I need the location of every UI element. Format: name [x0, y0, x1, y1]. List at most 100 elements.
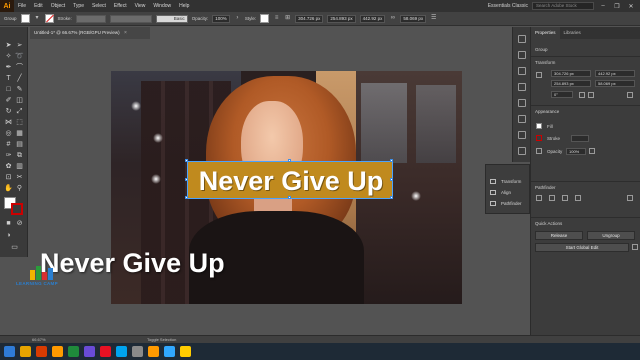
stroke-label[interactable]: Stroke	[547, 136, 560, 141]
menu-view[interactable]: View	[131, 3, 150, 9]
zoom-level[interactable]: 66.67%	[32, 337, 46, 342]
menu-window[interactable]: Window	[149, 3, 175, 9]
paintbrush-icon[interactable]: ✎	[15, 85, 24, 94]
menu-help[interactable]: Help	[175, 3, 193, 9]
symbol-sprayer-icon[interactable]: ✿	[4, 162, 13, 171]
fill-swatch[interactable]	[20, 14, 30, 23]
flip-vertical-icon[interactable]	[588, 92, 594, 98]
menu-object[interactable]: Object	[47, 3, 69, 9]
rotate-tool-icon[interactable]: ↻	[4, 107, 13, 116]
opacity-label[interactable]: Opacity	[547, 149, 562, 154]
taskbar-app-icon[interactable]	[116, 346, 127, 357]
document-tab[interactable]: Untitled-1* @ 66.67% (RGB/GPU Preview)	[30, 27, 150, 39]
maximize-button[interactable]: ❐	[612, 3, 622, 10]
graph-tool-icon[interactable]: ▥	[15, 162, 24, 171]
brushes-icon[interactable]	[518, 83, 526, 91]
minus-front-icon[interactable]	[549, 195, 555, 201]
release-button[interactable]: Release	[535, 231, 583, 240]
free-transform-icon[interactable]: ⬚	[15, 118, 24, 127]
opacity-field[interactable]: 100%	[212, 14, 230, 23]
width-tool-icon[interactable]: ⋈	[4, 118, 13, 127]
chevron-right-icon[interactable]	[589, 148, 595, 154]
pen-tool-icon[interactable]: ✒	[4, 63, 13, 72]
taskbar-app-icon[interactable]	[52, 346, 63, 357]
blend-tool-icon[interactable]: ⧉	[15, 151, 24, 160]
shape-builder-icon[interactable]: ◎	[4, 129, 13, 138]
eyedropper-icon[interactable]: ✑	[4, 151, 13, 160]
height-field[interactable]: 58.069 px	[400, 14, 427, 23]
selection-handle[interactable]	[390, 159, 393, 162]
swatches-icon[interactable]	[518, 67, 526, 75]
exclude-icon[interactable]	[575, 195, 581, 201]
fill-swatch[interactable]	[536, 123, 542, 129]
minimize-button[interactable]: –	[598, 3, 608, 9]
width-field[interactable]: 442.92 px	[359, 14, 386, 23]
screen-mode-icon[interactable]: ▭	[10, 243, 19, 252]
selected-text-group[interactable]: Never Give Up	[185, 159, 393, 199]
link-icon[interactable]: ∞	[389, 15, 396, 22]
taskbar-app-icon[interactable]	[84, 346, 95, 357]
menu-edit[interactable]: Edit	[30, 3, 47, 9]
tab-libraries[interactable]: Libraries	[560, 27, 585, 39]
chevron-right-icon[interactable]: ›	[234, 15, 241, 22]
color-mode-icon[interactable]: ■	[4, 219, 13, 228]
menu-select[interactable]: Select	[88, 3, 110, 9]
more-options-icon[interactable]	[627, 92, 633, 98]
selection-tool-icon[interactable]: ➤	[4, 41, 13, 50]
variable-width-dropdown[interactable]	[109, 14, 152, 23]
slice-tool-icon[interactable]: ✂	[15, 173, 24, 182]
symbols-icon[interactable]	[518, 99, 526, 107]
selection-handle[interactable]	[185, 159, 188, 162]
magic-wand-icon[interactable]: ✧	[4, 52, 13, 61]
shaper-tool-icon[interactable]: ✐	[4, 96, 13, 105]
more-options-icon[interactable]	[627, 195, 633, 201]
ungroup-button[interactable]: Ungroup	[587, 231, 635, 240]
line-tool-icon[interactable]: ╱	[15, 74, 24, 83]
chevron-down-icon[interactable]: ▾	[34, 15, 41, 22]
panel-pathfinder-button[interactable]: Pathfinder	[486, 198, 531, 209]
taskbar-app-icon[interactable]	[68, 346, 79, 357]
x-field[interactable]: 304.726 px	[295, 14, 324, 23]
y-field[interactable]: 254.893 px	[551, 80, 591, 87]
selection-handle[interactable]	[185, 196, 188, 199]
graphic-style-swatch[interactable]	[260, 14, 270, 23]
search-stock-input[interactable]: Search Adobe Stock	[532, 2, 594, 10]
menu-type[interactable]: Type	[69, 3, 88, 9]
width-field[interactable]: 442.92 px	[595, 70, 635, 77]
graphic-styles-icon[interactable]	[518, 115, 526, 123]
x-field[interactable]: 304.726 px	[551, 70, 591, 77]
scale-tool-icon[interactable]: ⤢	[15, 107, 24, 116]
menu-effect[interactable]: Effect	[110, 3, 131, 9]
global-edit-options-icon[interactable]	[632, 244, 638, 250]
menu-icon[interactable]: ☰	[430, 15, 437, 22]
opacity-field[interactable]: 100%	[566, 148, 586, 155]
stroke-swatch[interactable]	[536, 135, 542, 141]
panel-align-button[interactable]: Align	[486, 187, 531, 198]
intersect-icon[interactable]	[562, 195, 568, 201]
current-tool-status[interactable]: Toggle Selection	[147, 337, 176, 342]
align-icon[interactable]: ≡	[273, 15, 280, 22]
none-mode-icon[interactable]: ⊘	[15, 219, 24, 228]
selection-handle[interactable]	[288, 159, 291, 162]
taskbar-app-icon[interactable]	[148, 346, 159, 357]
taskbar-app-icon[interactable]	[4, 346, 15, 357]
panel-transform-button[interactable]: Transform	[486, 176, 531, 187]
brush-definition-dropdown[interactable]: Basic	[155, 14, 188, 23]
selection-handle[interactable]	[390, 196, 393, 199]
stroke-color-swatch[interactable]	[11, 203, 23, 215]
gradient-tool-icon[interactable]: ▤	[15, 140, 24, 149]
selection-handle[interactable]	[288, 196, 291, 199]
artboard-tool-icon[interactable]: ⊡	[4, 173, 13, 182]
illustrator-logo[interactable]: Ai	[0, 0, 14, 12]
stroke-weight-field[interactable]	[571, 135, 589, 142]
height-field[interactable]: 58.069 px	[595, 80, 635, 87]
artboards-icon[interactable]	[518, 147, 526, 155]
draw-mode-icon[interactable]: ◑	[4, 231, 13, 240]
rotate-field[interactable]: 0°	[551, 91, 573, 98]
flip-horizontal-icon[interactable]	[579, 92, 585, 98]
direct-selection-tool-icon[interactable]: ➢	[15, 41, 24, 50]
transform-icon[interactable]: ⊞	[284, 15, 291, 22]
selection-handle[interactable]	[185, 178, 188, 181]
curvature-tool-icon[interactable]: ⌒	[15, 63, 24, 72]
hand-tool-icon[interactable]: ✋	[4, 184, 13, 193]
